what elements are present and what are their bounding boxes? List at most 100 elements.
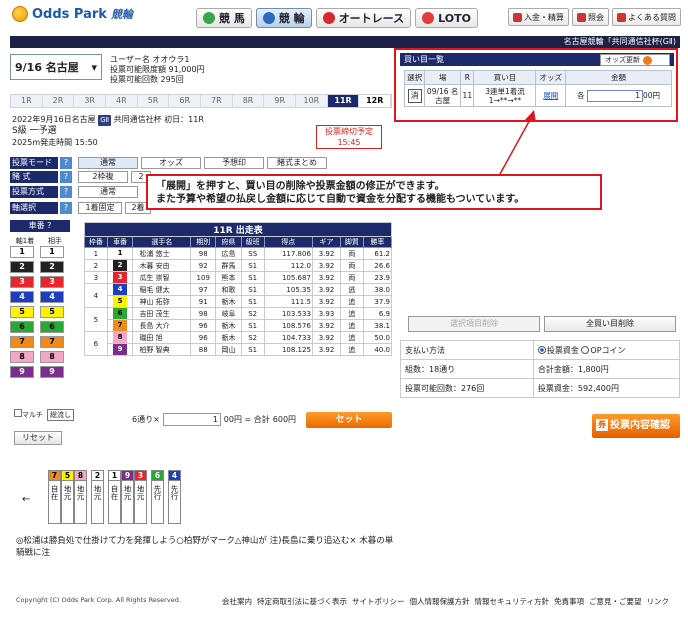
footer-link[interactable]: 情報セキュリティ方針 [475, 596, 550, 607]
footer-link[interactable]: 個人情報保護方針 [410, 596, 470, 607]
axis-car-button[interactable]: 2 [10, 261, 34, 273]
table-row[interactable]: 5 神山 拓弥 91 栃木 S1 111.5 3.92 追 37.9 [85, 295, 393, 308]
partner-car-button[interactable]: 5 [40, 306, 64, 318]
help-icon[interactable]: ? [60, 202, 72, 214]
table-row[interactable]: 1 1 松浦 悠士 98 広島 SS 117.806 3.92 両 61.2 [84, 247, 393, 260]
race-tab-4R[interactable]: 4R [106, 95, 138, 107]
table-row[interactable]: 3 3 瓜生 崇智 109 熊本 S1 105.687 3.92 両 23.9 [84, 271, 393, 284]
rider-rate: 50.0 [362, 331, 393, 344]
confirm-button[interactable]: 券投票内容確認 [592, 414, 680, 438]
race-tab-8R[interactable]: 8R [233, 95, 265, 107]
footer-link[interactable]: ご意見・ご要望 [589, 596, 642, 607]
race-tab-6R[interactable]: 6R [169, 95, 202, 107]
delete-selected-button[interactable]: 選択項目削除 [408, 316, 540, 332]
nagashi-button[interactable]: 総流し [47, 409, 74, 421]
help-icon[interactable]: ? [60, 171, 72, 183]
race-tab-3R[interactable]: 3R [74, 95, 107, 107]
help-icon[interactable]: ? [47, 221, 51, 230]
mode-button[interactable]: 賭式まとめ [267, 157, 327, 169]
footer-link[interactable]: 特定商取引法に基づく表示 [257, 596, 347, 607]
rider-gear: 3.92 [311, 283, 342, 296]
partner-car-button[interactable]: 1 [40, 246, 64, 258]
reset-button[interactable]: リセット [14, 431, 62, 445]
table-row[interactable]: 5 6 吉田 茂生 98 岐阜 S2 103.533 3.93 追 6.9 [84, 307, 393, 332]
mode-button[interactable]: 通常 [78, 186, 138, 198]
race-distance: 2025m発走時間 15:50 [12, 138, 98, 147]
axis-car-button[interactable]: 7 [10, 336, 34, 348]
unit-input[interactable]: 1 [162, 413, 221, 426]
mode-button[interactable]: 2枠複 [78, 171, 128, 183]
rider-class: S1 [240, 343, 265, 356]
table-row[interactable]: 7 長島 大介 96 栃木 S1 108.576 3.92 追 38.1 [85, 319, 393, 332]
multi-checkbox[interactable] [14, 409, 22, 417]
formation-tag: 地元 [123, 485, 132, 500]
set-button[interactable]: セット [306, 412, 392, 428]
formation-rider: 6 先行 [151, 470, 164, 524]
brand-logo[interactable]: Odds Park 競輪 [12, 6, 133, 22]
help-icon[interactable]: ? [60, 186, 72, 198]
mode-button[interactable]: 予想印 [204, 157, 264, 169]
odds-update-button[interactable]: オッズ更新 [600, 54, 670, 66]
partner-car-button[interactable]: 9 [40, 366, 64, 378]
util-link-1[interactable]: 照会 [572, 8, 609, 26]
race-tab-12R[interactable]: 12R [359, 95, 392, 107]
race-tab-7R[interactable]: 7R [201, 95, 233, 107]
nav-tab-3[interactable]: LOTO [415, 8, 478, 28]
footer-link[interactable]: サイトポリシー [352, 596, 405, 607]
car-cell: 1 [106, 247, 134, 260]
race-tab-11R[interactable]: 11R [327, 95, 360, 107]
funds-radio[interactable] [537, 346, 546, 354]
footer-link[interactable]: リンク [647, 596, 670, 607]
rider-pref: 岐阜 [215, 307, 242, 320]
race-tab-10R[interactable]: 10R [296, 95, 328, 107]
axis-car-button[interactable]: 5 [10, 306, 34, 318]
axis-car-button[interactable]: 4 [10, 291, 34, 303]
formation-tag: 地元 [63, 485, 72, 500]
car-cell: 3 [106, 271, 134, 284]
table-row[interactable]: 6 8 磯田 旭 96 栃木 S2 104.733 3.92 追 50.0 [84, 331, 393, 356]
util-link-0[interactable]: 入金・精算 [508, 8, 569, 26]
venue-select[interactable]: 9/16 名古屋 ▾ [10, 54, 102, 80]
util-link-2[interactable]: よくある質問 [612, 8, 681, 26]
nav-tab-0[interactable]: 競 馬 [196, 8, 252, 28]
nav-tab-1[interactable]: 競 輪 [255, 8, 312, 28]
expand-link[interactable]: 展開 [543, 91, 558, 100]
race-tab-1R[interactable]: 1R [11, 95, 43, 107]
axis-car-button[interactable]: 8 [10, 351, 34, 363]
amount-input[interactable]: 1 [586, 89, 643, 102]
race-tab-5R[interactable]: 5R [138, 95, 170, 107]
delete-all-button[interactable]: 全買い目削除 [544, 316, 676, 332]
table-row[interactable]: 9 柏野 智典 88 岡山 S1 108.125 3.92 追 40.0 [85, 343, 393, 356]
util-icon [577, 12, 586, 22]
help-icon[interactable]: ? [60, 157, 72, 169]
partner-car-button[interactable]: 4 [40, 291, 64, 303]
rider-class: SS [240, 247, 265, 260]
footer-link[interactable]: 会社案内 [222, 596, 252, 607]
opcoin-radio[interactable] [581, 346, 590, 354]
multi-controls: マルチ 総流し [14, 409, 74, 421]
rider-style: 逃 [340, 283, 364, 296]
partner-car-button[interactable]: 2 [40, 261, 64, 273]
partner-car-button[interactable]: 6 [40, 321, 64, 333]
mode-button[interactable]: 1着固定 [78, 202, 122, 214]
nav-tab-2[interactable]: オートレース [315, 8, 412, 28]
delete-bet-button[interactable]: 消 [407, 88, 422, 103]
race-tab-2R[interactable]: 2R [43, 95, 75, 107]
deadline-box: 投票締切予定 15:45 [316, 125, 382, 149]
waku-cell: 3 [84, 271, 108, 284]
race-tab-9R[interactable]: 9R [264, 95, 297, 107]
table-row[interactable]: 4 4 稲毛 健太 97 和歌 S1 105.35 3.92 逃 38.0 [84, 283, 393, 308]
footer-link[interactable]: 免責事項 [554, 596, 584, 607]
axis-car-button[interactable]: 6 [10, 321, 34, 333]
axis-car-button[interactable]: 1 [10, 246, 34, 258]
rider-rate: 38.0 [362, 283, 393, 296]
partner-car-button[interactable]: 7 [40, 336, 64, 348]
mode-button[interactable]: オッズ [141, 157, 201, 169]
formation-car: 4 [169, 471, 180, 481]
axis-car-button[interactable]: 3 [10, 276, 34, 288]
mode-button[interactable]: 通常 [78, 157, 138, 169]
table-row[interactable]: 2 2 木暮 安由 92 群馬 S1 112.0 3.92 両 26.6 [84, 259, 393, 272]
axis-car-button[interactable]: 9 [10, 366, 34, 378]
partner-car-button[interactable]: 3 [40, 276, 64, 288]
partner-car-button[interactable]: 8 [40, 351, 64, 363]
